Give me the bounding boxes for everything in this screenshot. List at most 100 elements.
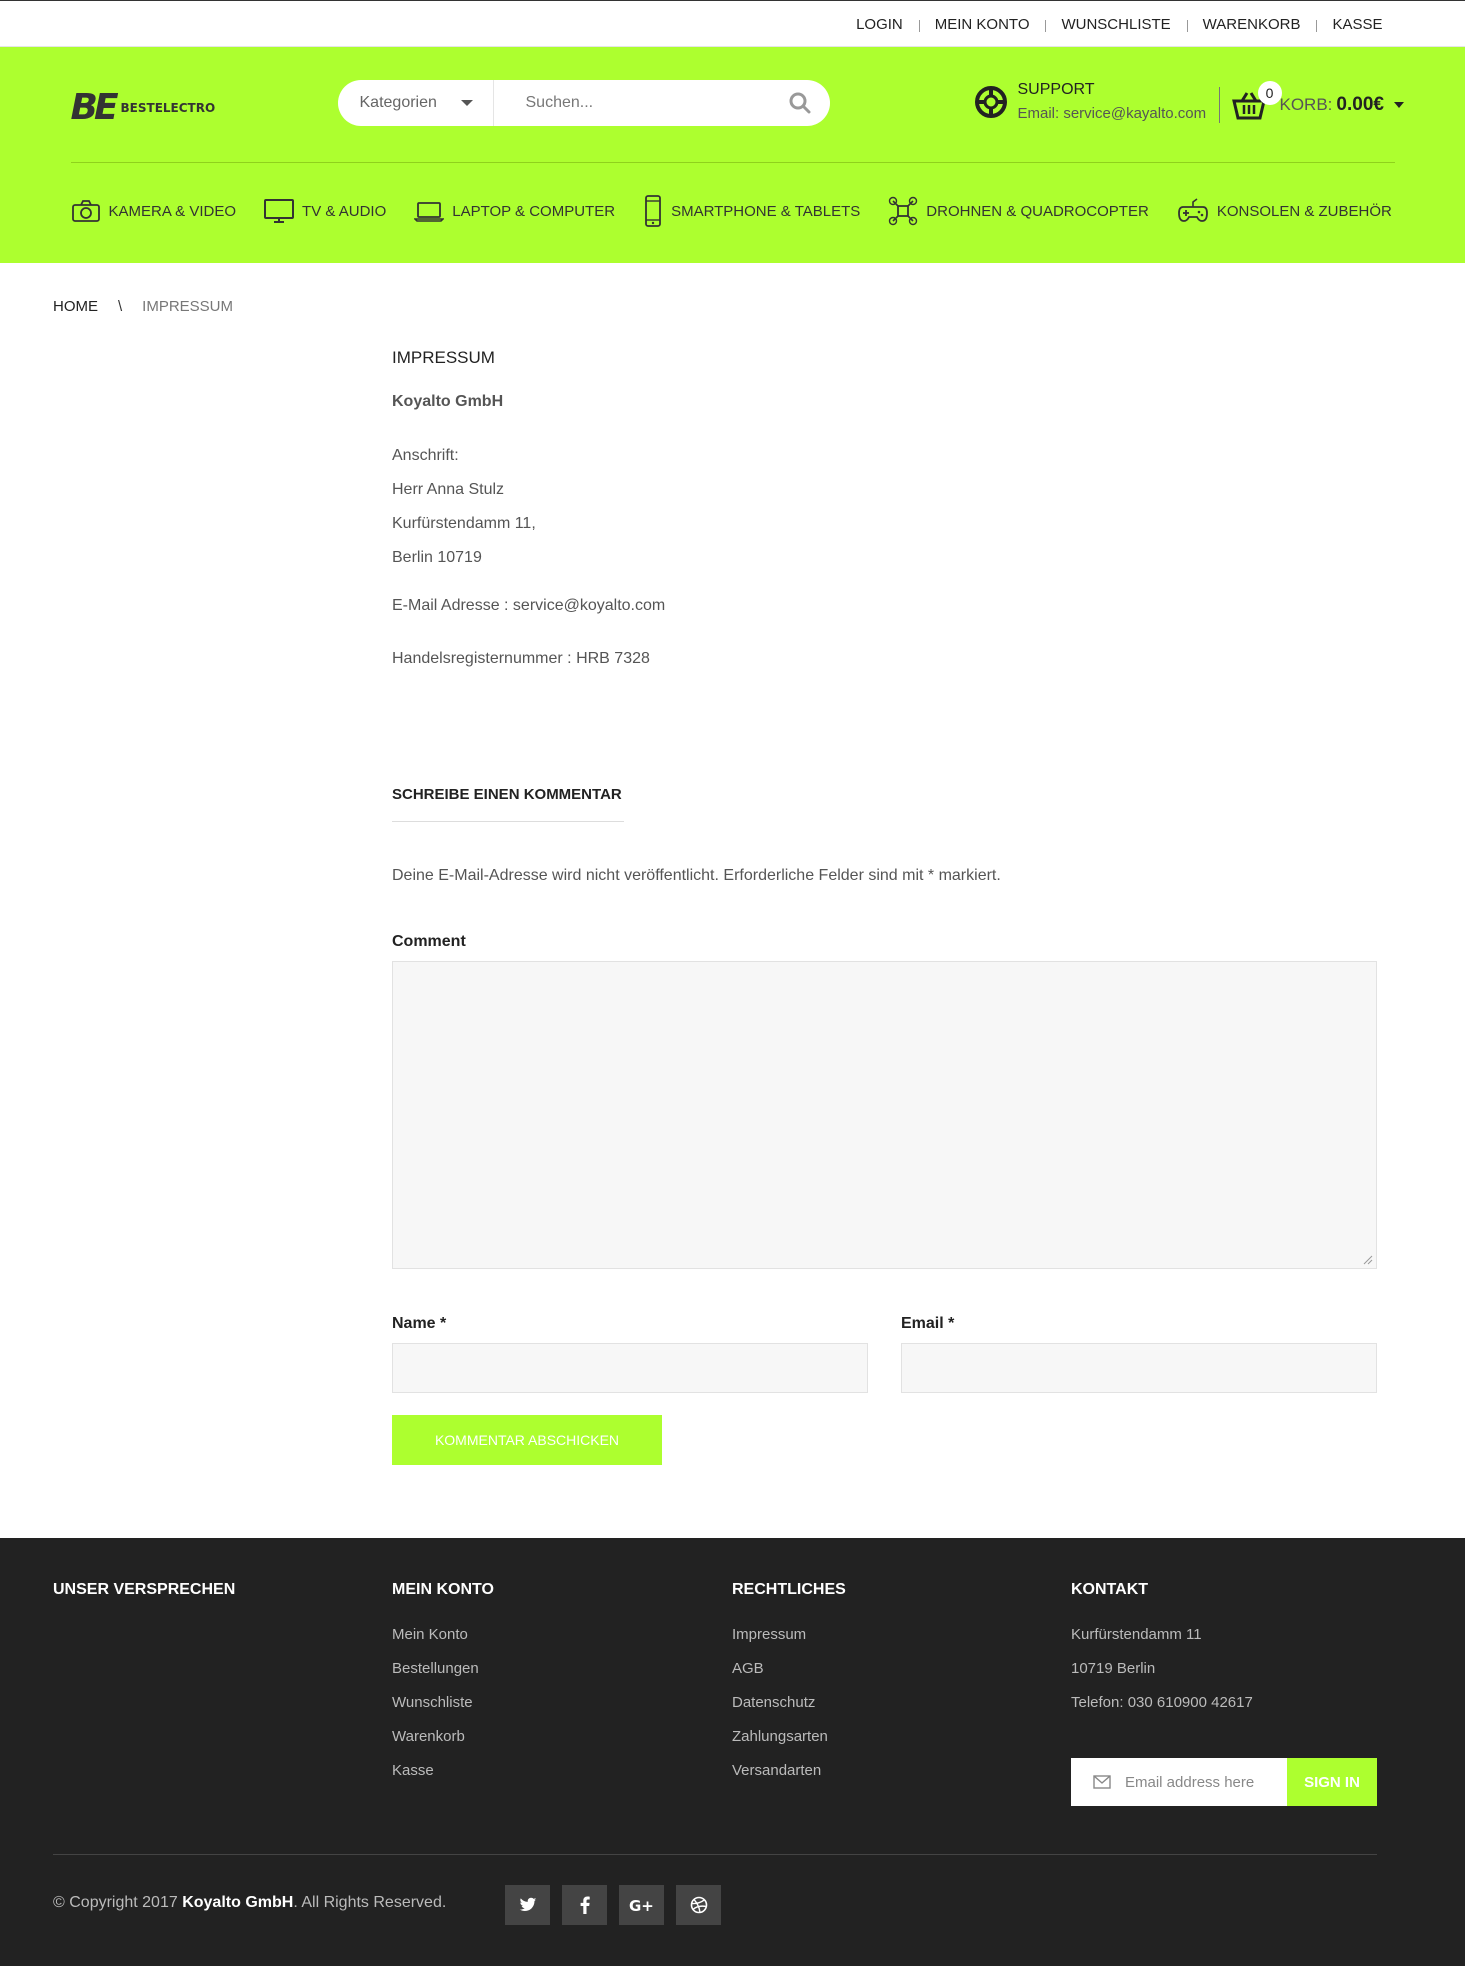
footer-divider xyxy=(53,1854,1377,1855)
header: BE BESTELECTRO Kategorien Suchen... SUPP… xyxy=(0,47,1465,263)
email-field[interactable] xyxy=(901,1343,1377,1393)
resize-handle-icon[interactable] xyxy=(1363,1255,1373,1265)
search-bar: Kategorien xyxy=(337,80,830,126)
category-nav: KAMERA & VIDEO TV & AUDIO LAPTOP & COMPU… xyxy=(71,195,1392,227)
breadcrumb: HOME \ IMPRESSUM xyxy=(53,298,233,315)
category-kamera-video[interactable]: KAMERA & VIDEO xyxy=(71,199,237,223)
search-input[interactable] xyxy=(493,80,770,126)
top-bar: LOGIN MEIN KONTO WUNSCHLISTE WARENKORB K… xyxy=(0,0,1465,47)
gamepad-icon xyxy=(1177,198,1208,222)
caret-down-icon xyxy=(1393,102,1404,108)
camera-icon xyxy=(71,200,100,222)
page-title: IMPRESSUM xyxy=(392,348,495,367)
category-tv-audio[interactable]: TV & AUDIO xyxy=(264,198,386,224)
newsletter-email-input[interactable]: Email address here xyxy=(1071,1758,1287,1806)
footer-link-mein-konto[interactable]: Mein Konto xyxy=(392,1625,494,1659)
footer-link-warenkorb[interactable]: Warenkorb xyxy=(392,1727,494,1761)
name-field[interactable] xyxy=(392,1343,868,1393)
footer-link-kasse[interactable]: Kasse xyxy=(392,1761,494,1795)
category-select-label: Kategorien xyxy=(359,94,437,111)
category-drohnen-quadrocopter[interactable]: DROHNEN & QUADROCOPTER xyxy=(888,196,1149,226)
search-button[interactable] xyxy=(770,80,830,126)
drone-icon xyxy=(889,196,918,226)
footer-link-agb[interactable]: AGB xyxy=(732,1659,846,1693)
wunschliste-link[interactable]: WUNSCHLISTE xyxy=(1045,16,1186,33)
contact-line: Kurfürstendamm 11 xyxy=(1071,1626,1202,1643)
facebook-button[interactable] xyxy=(562,1885,607,1925)
email-label: Email * xyxy=(901,1315,955,1332)
top-links: LOGIN MEIN KONTO WUNSCHLISTE WARENKORB K… xyxy=(840,1,1382,47)
support-info: SUPPORT Email: service@kayalto.com xyxy=(974,81,1207,122)
google-plus-icon: G+ xyxy=(629,1897,654,1913)
footer-link-versandarten[interactable]: Versandarten xyxy=(732,1761,846,1795)
category-label: SMARTPHONE & TABLETS xyxy=(671,202,861,220)
company-name: Koyalto GmbH xyxy=(392,393,504,410)
lifebuoy-icon xyxy=(974,85,1007,118)
category-konsolen-zubehoer[interactable]: KONSOLEN & ZUBEHÖR xyxy=(1177,197,1392,225)
copyright-prefix: © Copyright 2017 xyxy=(53,1894,183,1911)
category-label: KAMERA & VIDEO xyxy=(108,202,237,220)
laptop-icon xyxy=(414,202,445,222)
search-icon xyxy=(789,92,810,114)
footer-col-mein-konto: MEIN KONTO Mein Konto Bestellungen Wunsc… xyxy=(392,1581,494,1795)
cart-amount: 0.00€ xyxy=(1336,94,1384,115)
footer: UNSER VERSPRECHEN MEIN KONTO Mein Konto … xyxy=(0,1538,1465,1966)
svg-text:G+: G+ xyxy=(629,1897,654,1913)
copyright: © Copyright 2017 Koyalto GmbH. All Right… xyxy=(53,1894,446,1912)
address-line: Berlin 10719 xyxy=(392,549,482,566)
envelope-icon xyxy=(1093,1775,1111,1789)
header-divider xyxy=(70,162,1395,163)
google-plus-button[interactable]: G+ xyxy=(619,1885,664,1925)
footer-col-kontakt: KONTAKT Kurfürstendamm 11 10719 Berlin T… xyxy=(1071,1581,1253,1727)
category-select[interactable]: Kategorien xyxy=(338,80,494,126)
name-label: Name * xyxy=(392,1315,447,1332)
address-block: Anschrift: Herr Anna Stulz Kurfürstendam… xyxy=(392,439,1377,575)
email-line: E-Mail Adresse : service@koyalto.com xyxy=(392,597,666,614)
cart-label: KORB: xyxy=(1279,95,1333,114)
footer-heading: RECHTLICHES xyxy=(732,1581,846,1598)
comment-textarea[interactable] xyxy=(392,961,1377,1269)
footer-heading: KONTAKT xyxy=(1071,1581,1149,1598)
newsletter-sign-in-button[interactable]: SIGN IN xyxy=(1287,1758,1377,1806)
contact-line: 10719 Berlin xyxy=(1071,1660,1156,1677)
caret-down-icon xyxy=(460,100,473,106)
breadcrumb-current: IMPRESSUM xyxy=(142,298,234,315)
logo[interactable]: BE BESTELECTRO xyxy=(71,87,216,128)
breadcrumb-home[interactable]: HOME xyxy=(53,298,98,315)
dribbble-icon xyxy=(690,1896,707,1914)
category-label: LAPTOP & COMPUTER xyxy=(452,202,616,220)
facebook-icon xyxy=(580,1896,590,1914)
comment-form-title: SCHREIBE EINEN KOMMENTAR xyxy=(392,786,624,822)
category-laptop-computer[interactable]: LAPTOP & COMPUTER xyxy=(414,199,615,223)
newsletter-placeholder: Email address here xyxy=(1125,1773,1255,1791)
submit-comment-button[interactable]: KOMMENTAR ABSCHICKEN xyxy=(392,1415,662,1465)
contact-line: Telefon: 030 610900 42617 xyxy=(1071,1694,1253,1711)
main-content: IMPRESSUM Koyalto GmbH Anschrift: Herr A… xyxy=(392,348,1377,668)
newsletter-form: Email address here SIGN IN xyxy=(1071,1758,1377,1806)
twitter-button[interactable] xyxy=(505,1885,550,1925)
dribbble-button[interactable] xyxy=(676,1885,721,1925)
register-line: Handelsregisternummer : HRB 7328 xyxy=(392,650,650,667)
footer-link-impressum[interactable]: Impressum xyxy=(732,1625,846,1659)
footer-link-datenschutz[interactable]: Datenschutz xyxy=(732,1693,846,1727)
login-link[interactable]: LOGIN xyxy=(840,16,919,33)
mein-konto-link[interactable]: MEIN KONTO xyxy=(918,16,1046,33)
logo-name: BESTELECTRO xyxy=(120,100,216,115)
category-label: DROHNEN & QUADROCOPTER xyxy=(926,202,1149,220)
comment-notice: Deine E-Mail-Adresse wird nicht veröffen… xyxy=(392,867,1001,884)
comment-label: Comment xyxy=(392,933,466,950)
kasse-link[interactable]: KASSE xyxy=(1316,16,1383,33)
cart[interactable]: 0 KORB: 0.00€ xyxy=(1218,81,1404,123)
warenkorb-link[interactable]: WARENKORB xyxy=(1186,16,1317,33)
address-line: Kurfürstendamm 11, xyxy=(392,515,536,532)
footer-heading: MEIN KONTO xyxy=(392,1581,494,1598)
category-label: KONSOLEN & ZUBEHÖR xyxy=(1216,202,1392,220)
support-title: SUPPORT xyxy=(1017,81,1095,98)
address-line: Herr Anna Stulz xyxy=(392,481,505,498)
footer-link-wunschliste[interactable]: Wunschliste xyxy=(392,1693,494,1727)
footer-link-bestellungen[interactable]: Bestellungen xyxy=(392,1659,494,1693)
support-email: Email: service@kayalto.com xyxy=(1017,105,1207,122)
breadcrumb-separator: \ xyxy=(118,298,123,315)
category-smartphone-tablets[interactable]: SMARTPHONE & TABLETS xyxy=(643,195,860,227)
footer-link-zahlungsarten[interactable]: Zahlungsarten xyxy=(732,1727,846,1761)
